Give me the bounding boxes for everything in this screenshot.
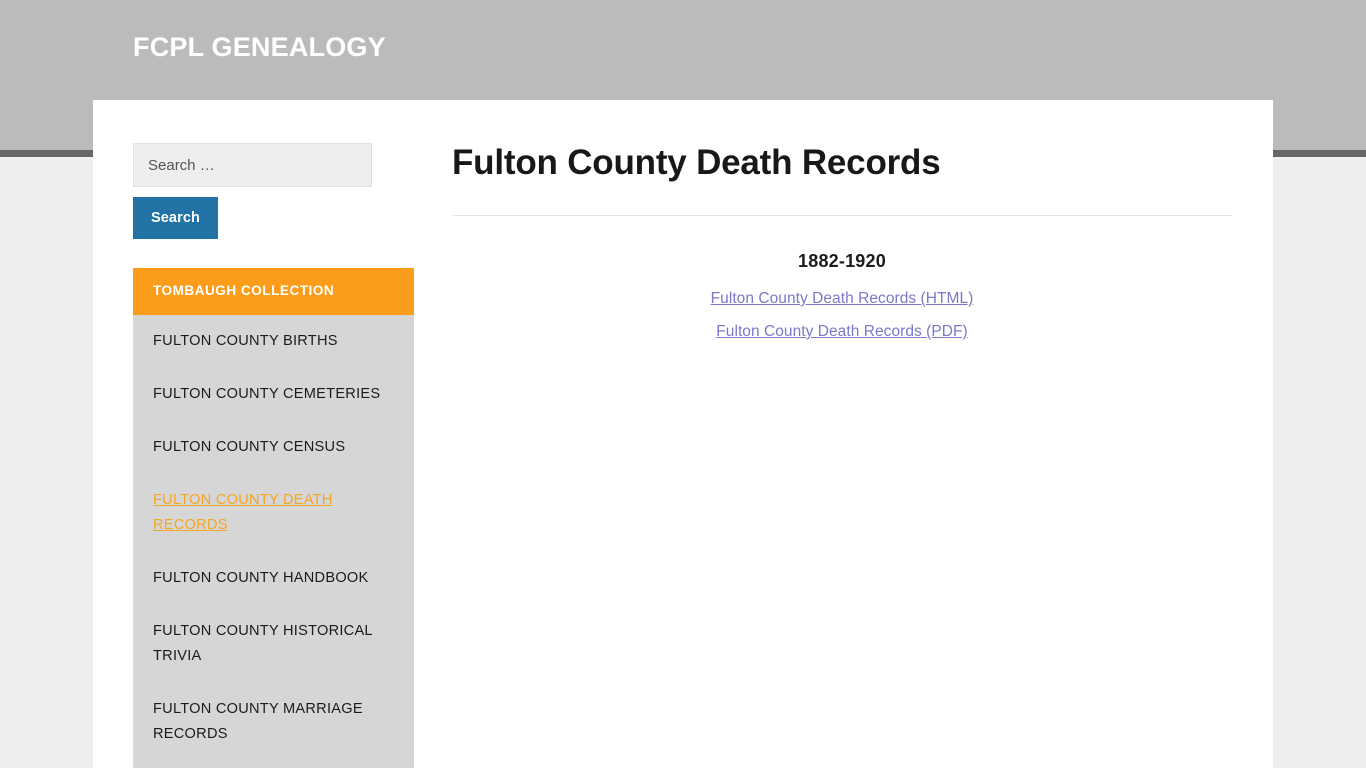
year-range-heading: 1882-1920 xyxy=(798,251,886,271)
document-link-list: Fulton County Death Records (HTML) Fulton… xyxy=(452,288,1232,343)
main-content: Fulton County Death Records 1882-1920 Fu… xyxy=(452,140,1232,343)
site-title[interactable]: FCPL GENEALOGY xyxy=(133,30,386,64)
document-link[interactable]: Fulton County Death Records (HTML) xyxy=(452,288,1232,310)
sidebar-menu-item[interactable]: FULTON COUNTY DEATH RECORDS xyxy=(133,474,414,552)
sidebar-menu-item[interactable]: FULTON COUNTY CENSUS xyxy=(133,421,414,474)
document-link[interactable]: Fulton County Death Records (PDF) xyxy=(452,321,1232,343)
sidebar-menu-item[interactable]: FULTON COUNTY HANDBOOK xyxy=(133,552,414,605)
entry-body: 1882-1920 Fulton County Death Records (H… xyxy=(452,249,1232,343)
page-title: Fulton County Death Records xyxy=(452,143,941,182)
page-root: FCPL GENEALOGY Search TOMBAUGH COLLECTIO… xyxy=(0,0,1366,768)
sidebar-menu-item[interactable]: FULTON COUNTY BIRTHS xyxy=(133,315,414,368)
search-button[interactable]: Search xyxy=(133,197,218,239)
sidebar-menu: TOMBAUGH COLLECTION FULTON COUNTY BIRTHS… xyxy=(133,268,414,768)
search-form: Search xyxy=(133,143,372,239)
menu-list: FULTON COUNTY BIRTHS FULTON COUNTY CEMETE… xyxy=(133,315,414,768)
sidebar: Search TOMBAUGH COLLECTION FULTON COUNTY… xyxy=(133,143,454,768)
sidebar-menu-item[interactable]: FULTON COUNTY CEMETERIES xyxy=(133,368,414,421)
content-card: Search TOMBAUGH COLLECTION FULTON COUNTY… xyxy=(93,100,1273,768)
sidebar-menu-item[interactable]: FULTON COUNTY HISTORICAL TRIVIA xyxy=(133,605,414,683)
menu-header-tombaugh-collection[interactable]: TOMBAUGH COLLECTION xyxy=(133,268,414,315)
title-divider xyxy=(452,215,1232,216)
sidebar-menu-item[interactable]: FULTON COUNTY NEWSPAPER xyxy=(133,761,414,768)
sidebar-menu-item[interactable]: FULTON COUNTY MARRIAGE RECORDS xyxy=(133,683,414,761)
search-input[interactable] xyxy=(133,143,372,187)
